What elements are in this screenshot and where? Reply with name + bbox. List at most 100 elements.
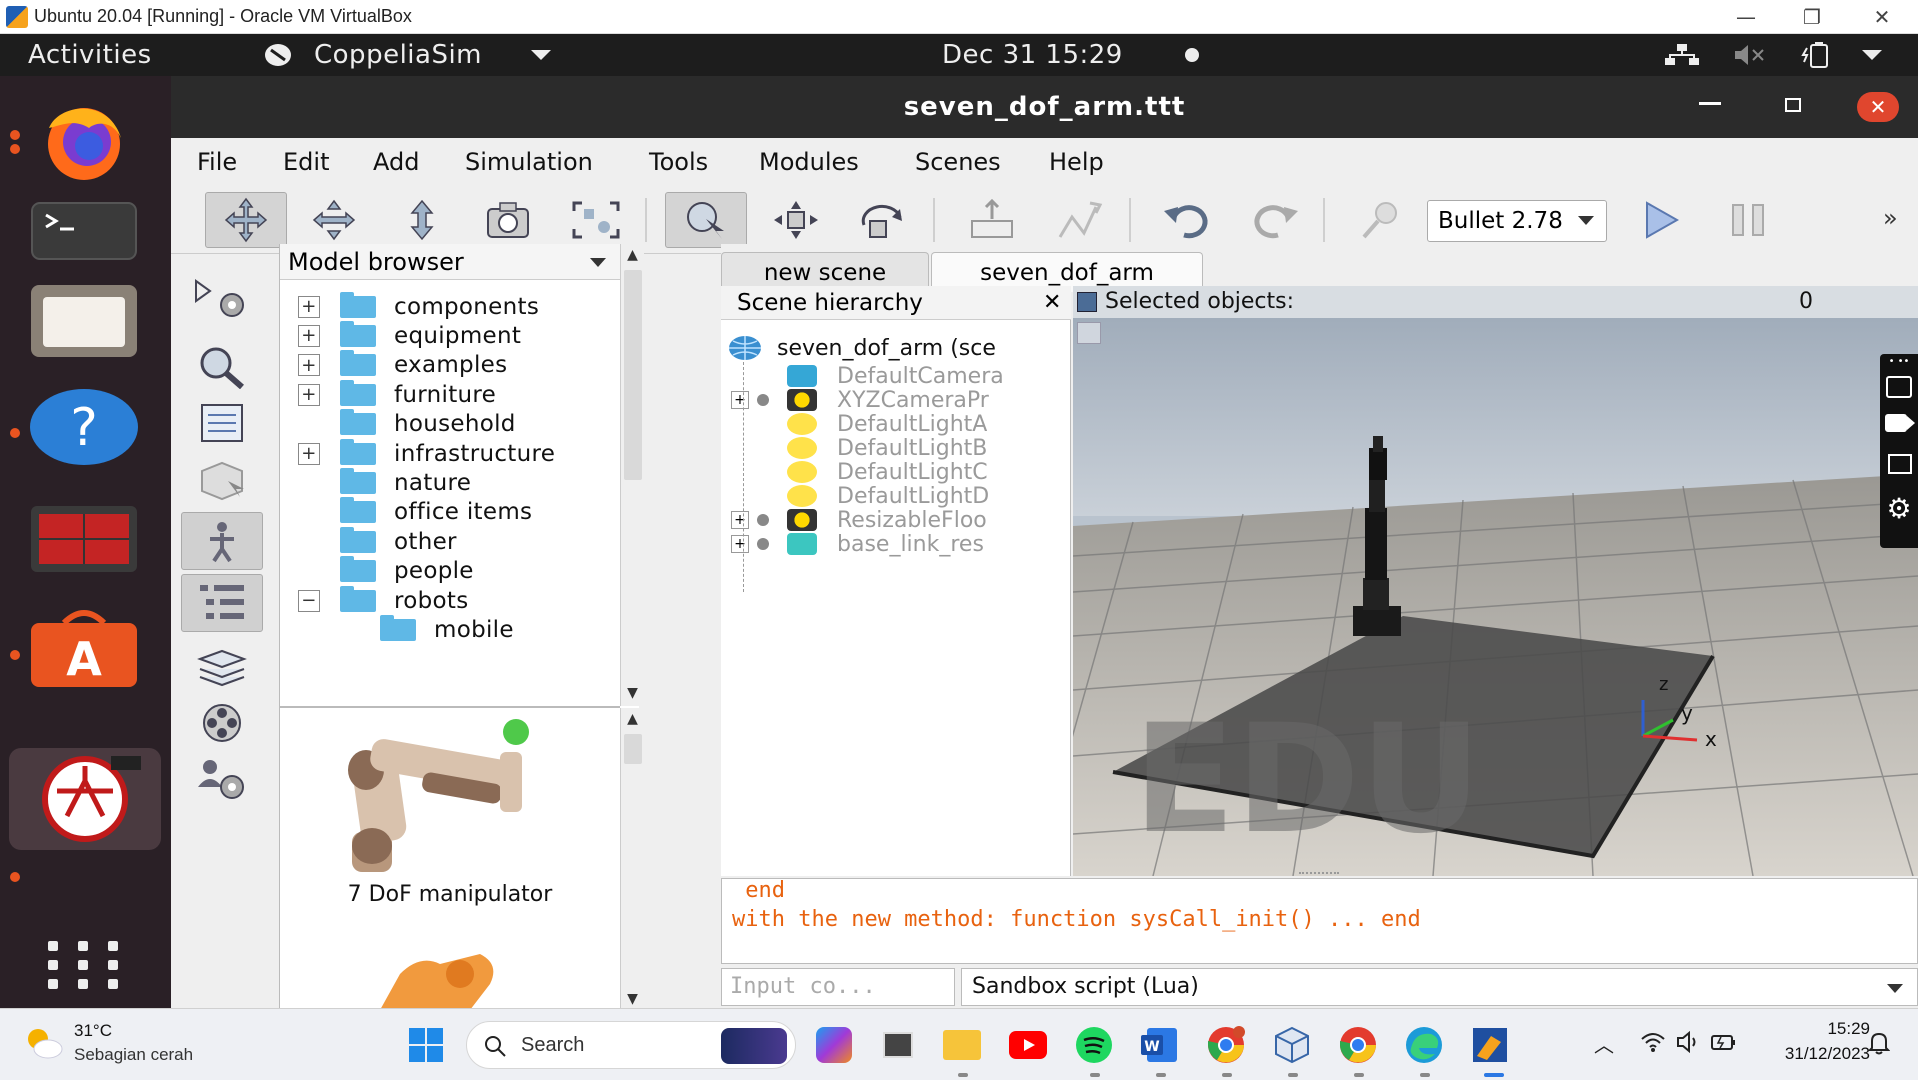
model-folder-item[interactable]: nature bbox=[280, 467, 471, 497]
model-folder-item[interactable]: people bbox=[280, 556, 474, 586]
notification-bell-icon[interactable] bbox=[1867, 1031, 1891, 1059]
menu-scenes[interactable]: Scenes bbox=[915, 138, 1001, 186]
model-folder-item[interactable]: mobile bbox=[320, 614, 514, 644]
scroll-down-icon[interactable]: ▼ bbox=[621, 988, 644, 1010]
expand-icon[interactable]: + bbox=[731, 535, 749, 553]
window-minimize-icon[interactable] bbox=[1699, 102, 1721, 105]
toolbar-overflow-icon[interactable]: » bbox=[1883, 204, 1898, 232]
windows-icon[interactable] bbox=[1888, 454, 1912, 474]
menu-file[interactable]: File bbox=[197, 138, 237, 186]
model-folder-item[interactable]: + examples bbox=[280, 350, 507, 380]
command-input[interactable]: Input co... bbox=[721, 968, 955, 1006]
camera-rotate-button[interactable] bbox=[293, 192, 375, 248]
3d-viewport[interactable]: EDU z y x Selected objects: 0 • •• ⚙ bbox=[1073, 286, 1918, 876]
app-menu-chevron-icon[interactable] bbox=[528, 42, 554, 68]
edge-icon[interactable] bbox=[1402, 1023, 1446, 1067]
scroll-down-icon[interactable]: ▼ bbox=[621, 682, 644, 704]
assemble-button[interactable] bbox=[951, 192, 1033, 248]
files-icon[interactable] bbox=[26, 274, 142, 364]
host-minimize-button[interactable]: — bbox=[1716, 0, 1776, 34]
collections-icon[interactable] bbox=[181, 450, 263, 508]
menu-add[interactable]: Add bbox=[373, 138, 419, 186]
click-select-button[interactable] bbox=[665, 192, 747, 248]
splitter-handle[interactable] bbox=[1299, 872, 1339, 876]
model-folder-item[interactable]: other bbox=[280, 526, 457, 556]
more-dots-icon[interactable]: • •• bbox=[1880, 356, 1918, 370]
undo-button[interactable] bbox=[1147, 192, 1229, 248]
video-camera-icon[interactable] bbox=[1885, 414, 1907, 432]
model-browser-header[interactable]: Model browser bbox=[280, 244, 620, 280]
screenshot-icon[interactable] bbox=[1886, 376, 1912, 398]
model-folder-item[interactable]: + furniture bbox=[280, 379, 496, 409]
system-menu-chevron-icon[interactable] bbox=[1858, 42, 1886, 68]
battery-charging-icon[interactable] bbox=[1710, 1031, 1738, 1057]
transfer-dna-button[interactable] bbox=[1037, 192, 1119, 248]
expand-icon[interactable]: + bbox=[298, 324, 320, 347]
firefox-icon[interactable] bbox=[26, 96, 142, 186]
scene-object-properties-icon[interactable] bbox=[181, 338, 263, 396]
host-restore-button[interactable]: ❐ bbox=[1782, 0, 1842, 34]
scroll-up-icon[interactable]: ▲ bbox=[621, 708, 644, 730]
activities-button[interactable]: Activities bbox=[28, 34, 152, 76]
thumbnails-scrollbar[interactable]: ▲ ▼ bbox=[620, 708, 644, 1010]
layers-icon[interactable] bbox=[181, 638, 263, 696]
menu-modules[interactable]: Modules bbox=[759, 138, 859, 186]
gear-icon[interactable]: ⚙ bbox=[1884, 494, 1914, 524]
object-rotate-button[interactable] bbox=[841, 192, 923, 248]
show-apps-grid-icon[interactable] bbox=[26, 920, 142, 1010]
windows-search-box[interactable]: Search bbox=[466, 1021, 796, 1069]
expand-icon[interactable]: + bbox=[298, 295, 320, 318]
expand-icon[interactable]: + bbox=[298, 354, 320, 377]
dynamics-toggle-button[interactable] bbox=[1339, 192, 1421, 248]
word-icon[interactable]: W bbox=[1138, 1023, 1182, 1067]
expand-icon[interactable]: + bbox=[298, 383, 320, 406]
script-mode-select[interactable]: Sandbox script (Lua) bbox=[961, 968, 1918, 1006]
hierarchy-item[interactable]: + base_link_res bbox=[731, 530, 984, 558]
chrome-profile-icon[interactable] bbox=[1336, 1023, 1380, 1067]
menu-simulation[interactable]: Simulation bbox=[465, 138, 593, 186]
view-toggle-icon[interactable] bbox=[1077, 322, 1101, 344]
fit-to-view-button[interactable] bbox=[555, 192, 637, 248]
model-folder-item[interactable]: + infrastructure bbox=[280, 438, 555, 468]
model-tree-scrollbar[interactable]: ▲ ▼ bbox=[620, 244, 644, 706]
model-folder-item[interactable]: + components bbox=[280, 291, 539, 321]
coppeliasim-taskbar-icon[interactable] bbox=[1468, 1023, 1512, 1067]
taskbar-time[interactable]: 15:29 bbox=[1760, 1019, 1870, 1039]
pause-simulation-button[interactable] bbox=[1707, 192, 1789, 248]
clock[interactable]: Dec 31 15:29 bbox=[942, 34, 1123, 76]
terminal-icon[interactable] bbox=[26, 186, 142, 276]
virtualbox-taskbar-icon[interactable] bbox=[1270, 1023, 1314, 1067]
video-recorder-icon[interactable] bbox=[181, 694, 263, 752]
hierarchy-root[interactable]: seven_dof_arm (sce bbox=[727, 334, 996, 362]
start-simulation-button[interactable] bbox=[1619, 192, 1701, 248]
file-explorer-icon[interactable] bbox=[940, 1023, 984, 1067]
help-icon[interactable]: ? bbox=[26, 382, 142, 472]
camera-shift-button[interactable] bbox=[381, 192, 463, 248]
spotify-icon[interactable] bbox=[1072, 1023, 1116, 1067]
window-close-button[interactable]: ✕ bbox=[1857, 92, 1899, 122]
object-shift-button[interactable] bbox=[755, 192, 837, 248]
close-icon[interactable]: ✕ bbox=[1043, 286, 1061, 320]
weather-icon[interactable] bbox=[24, 1025, 64, 1061]
chevron-down-icon[interactable] bbox=[590, 258, 606, 268]
model-thumbnail-7dof[interactable] bbox=[330, 712, 550, 882]
windows-start-icon[interactable] bbox=[404, 1023, 448, 1067]
wifi-icon[interactable] bbox=[1640, 1031, 1666, 1057]
expand-icon[interactable]: + bbox=[731, 391, 749, 409]
model-folder-item[interactable]: household bbox=[280, 409, 516, 439]
copilot-icon[interactable] bbox=[812, 1023, 856, 1067]
simulation-settings-icon[interactable] bbox=[181, 270, 263, 328]
window-maximize-icon[interactable] bbox=[1785, 98, 1801, 112]
volume-muted-icon[interactable] bbox=[1730, 42, 1770, 68]
menu-help[interactable]: Help bbox=[1049, 138, 1104, 186]
software-center-icon[interactable]: A bbox=[26, 604, 142, 694]
collapse-icon[interactable]: − bbox=[298, 589, 320, 612]
host-close-button[interactable]: ✕ bbox=[1852, 0, 1912, 34]
task-view-icon[interactable] bbox=[876, 1023, 920, 1067]
model-folder-item[interactable]: + equipment bbox=[280, 320, 521, 350]
model-browser-toggle-icon[interactable] bbox=[181, 512, 263, 570]
status-toggle-icon[interactable] bbox=[1077, 292, 1097, 312]
chrome-icon[interactable] bbox=[1204, 1023, 1248, 1067]
tray-overflow-icon[interactable]: ︿ bbox=[1594, 1029, 1614, 1058]
redo-button[interactable] bbox=[1233, 192, 1315, 248]
